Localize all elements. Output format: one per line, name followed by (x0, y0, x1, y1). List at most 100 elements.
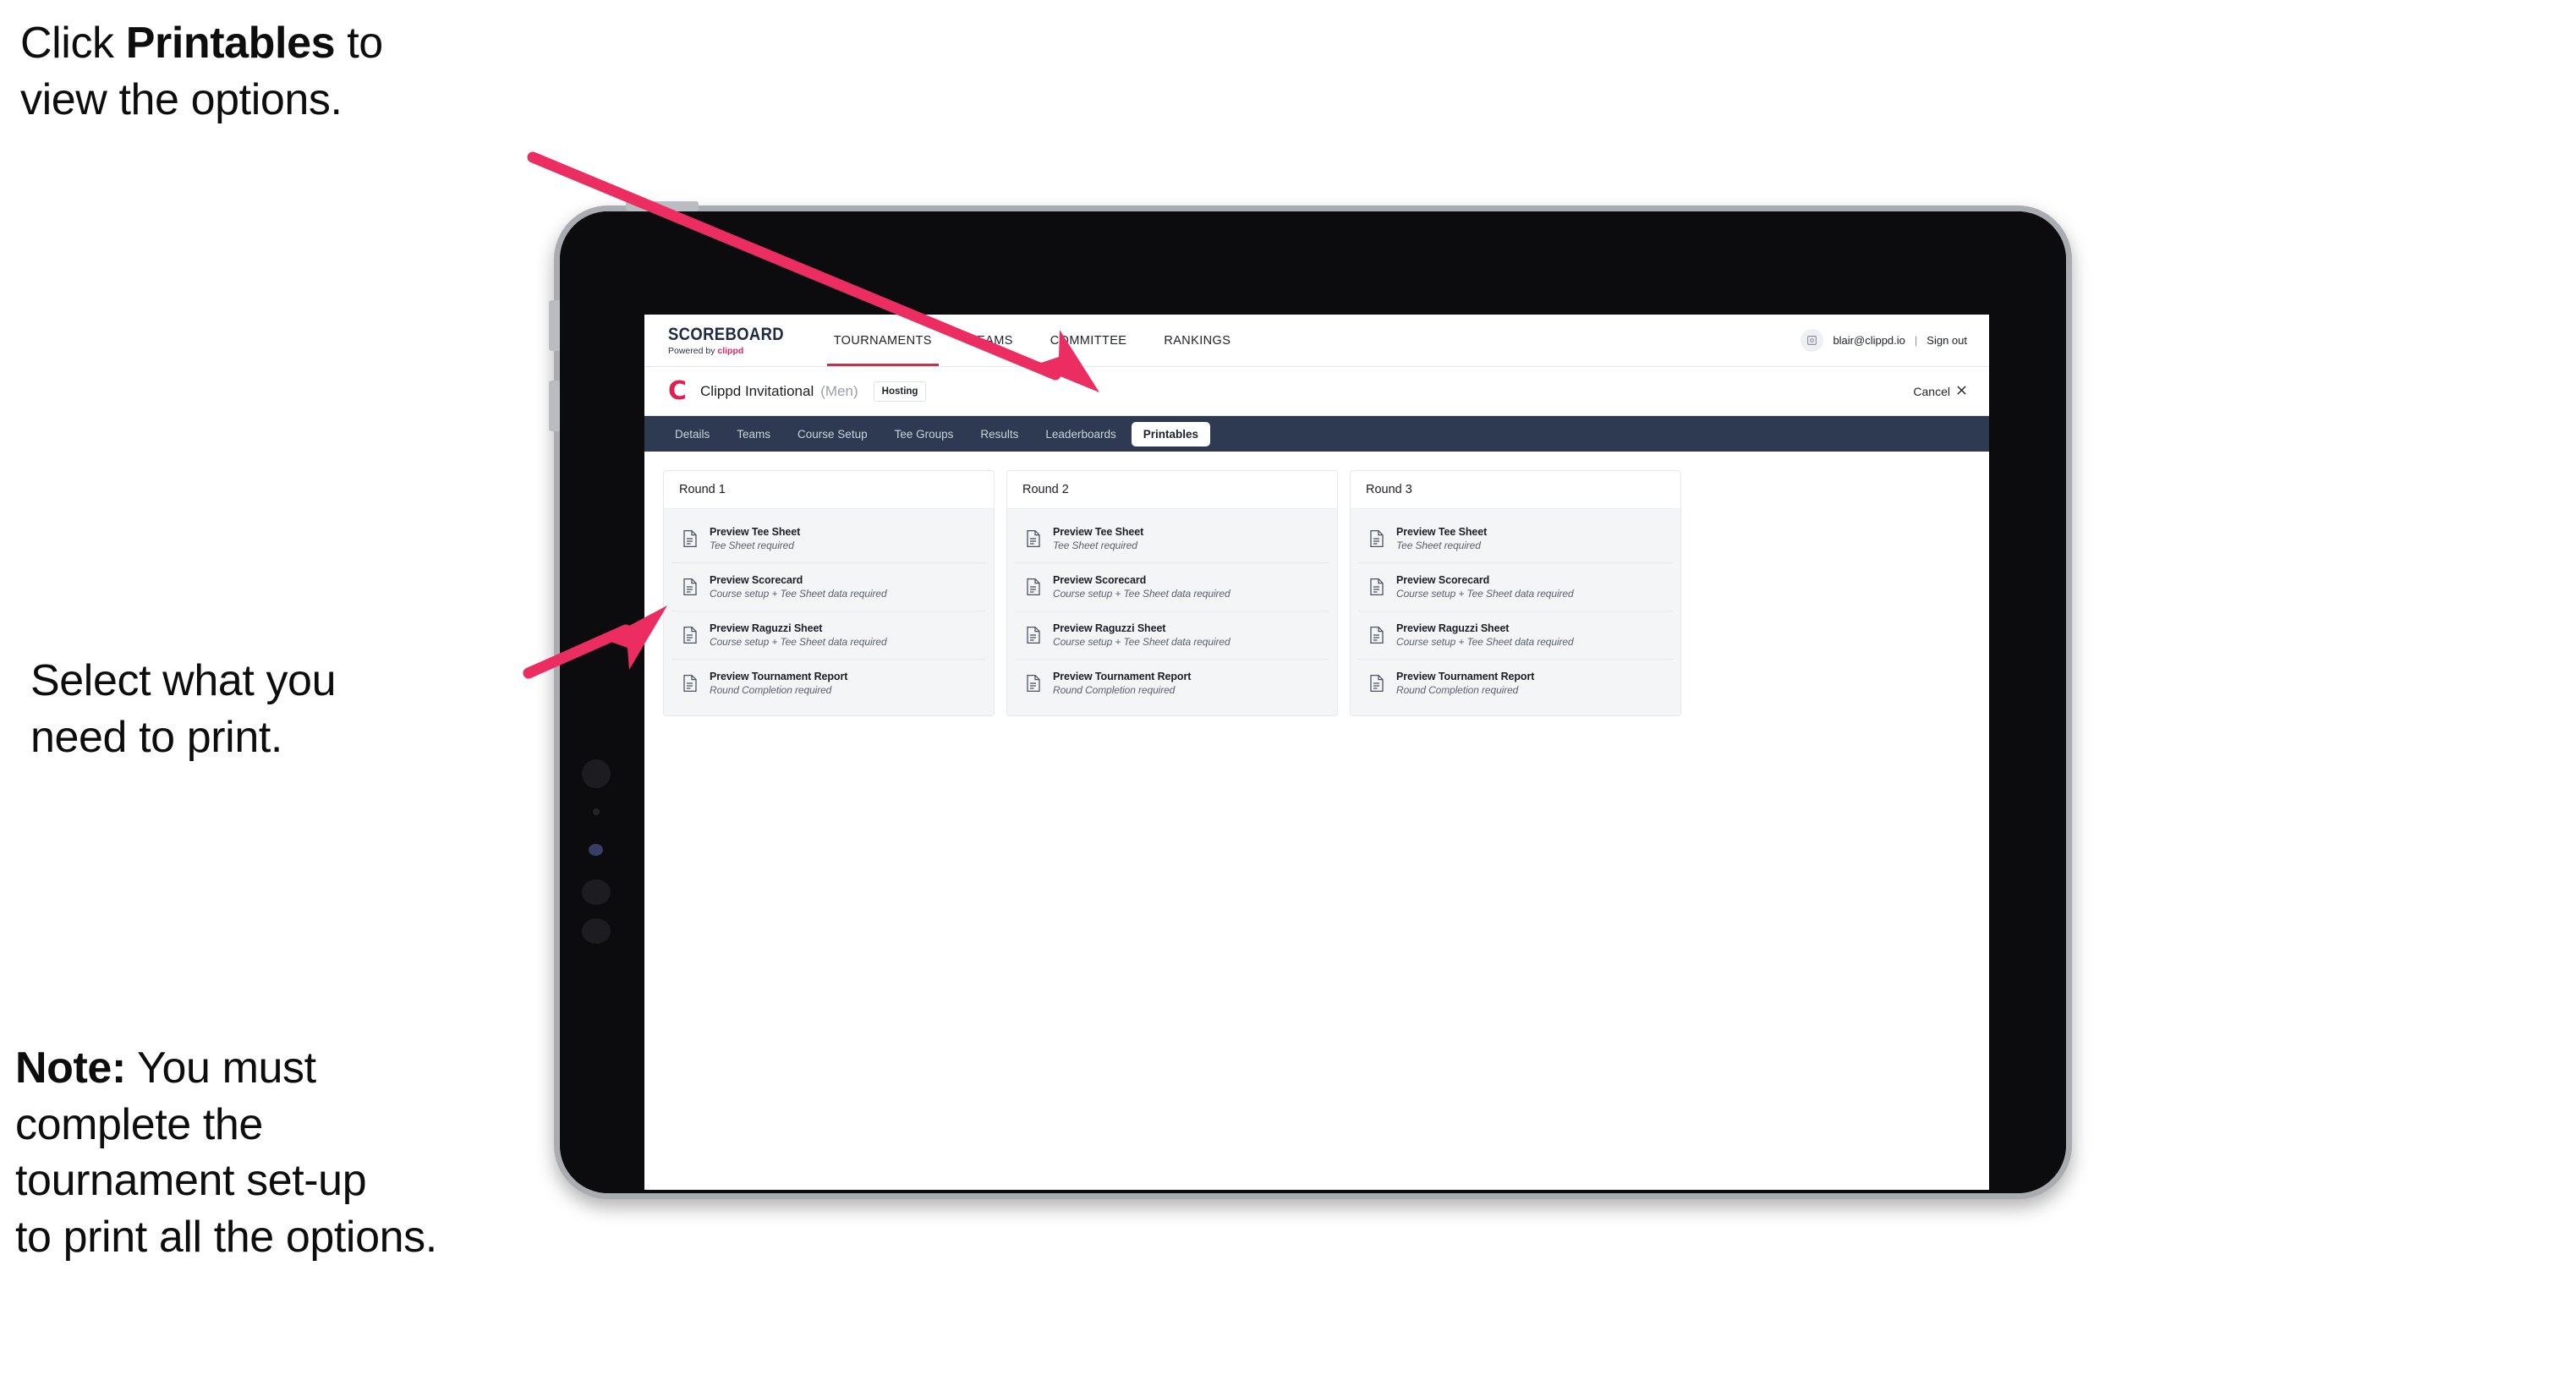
tournament-gender: (Men) (820, 382, 858, 399)
document-icon (682, 578, 699, 596)
annotation-note-bold: Note: (15, 1044, 126, 1093)
printable-item-text: Preview Tournament Report Round Completi… (1053, 671, 1191, 696)
printable-subtitle: Round Completion required (1053, 684, 1176, 696)
tab-teams[interactable]: Teams (725, 422, 782, 446)
document-icon (682, 529, 699, 548)
printable-item-text: Preview Tournament Report Round Completi… (710, 671, 847, 696)
printable-item-text: Preview Tee Sheet Tee Sheet required (710, 526, 800, 551)
document-icon (1368, 674, 1385, 693)
document-icon (682, 626, 699, 644)
round-items-list: Preview Tee Sheet Tee Sheet required Pre… (664, 509, 994, 715)
printable-subtitle: Course setup + Tee Sheet data required (710, 588, 887, 600)
clippd-c-logo-icon: C (668, 375, 688, 406)
tournament-header-bar: C Clippd Invitational (Men) Hosting Canc… (644, 367, 1989, 416)
printable-item-scorecard[interactable]: Preview Scorecard Course setup + Tee She… (1358, 563, 1673, 611)
printable-item-text: Preview Raguzzi Sheet Course setup + Tee… (1396, 622, 1574, 648)
printable-item-raguzzi-sheet[interactable]: Preview Raguzzi Sheet Course setup + Tee… (1015, 611, 1329, 660)
tablet-device-frame: SCOREBOARD Powered by clippd TOURNAMENTS… (549, 201, 2072, 1199)
document-icon (1025, 529, 1042, 548)
printable-item-tournament-report[interactable]: Preview Tournament Report Round Completi… (1015, 660, 1329, 707)
cancel-label: Cancel (1913, 384, 1950, 398)
camera-icon (589, 844, 603, 856)
speaker-hole-icon-3 (582, 918, 611, 944)
tab-results[interactable]: Results (968, 422, 1030, 446)
side-button-lower[interactable] (549, 381, 560, 431)
printable-item-tee-sheet[interactable]: Preview Tee Sheet Tee Sheet required (671, 515, 986, 563)
tab-printables[interactable]: Printables (1131, 421, 1211, 446)
annotation-select-print: Select what you need to print. (30, 656, 337, 762)
printable-subtitle: Tee Sheet required (1053, 540, 1137, 551)
sign-out-link[interactable]: Sign out (1927, 334, 1967, 347)
tab-details[interactable]: Details (663, 422, 721, 446)
close-icon (1956, 385, 1967, 398)
printable-subtitle: Round Completion required (710, 684, 832, 696)
printable-title: Preview Scorecard (1053, 574, 1147, 586)
round-title: Round 3 (1351, 471, 1680, 509)
printable-item-scorecard[interactable]: Preview Scorecard Course setup + Tee She… (1015, 563, 1329, 611)
speaker-hole-icon-2 (582, 879, 611, 905)
section-tab-strip: Details Teams Course Setup Tee Groups Re… (644, 416, 1989, 452)
printable-title: Preview Tournament Report (1396, 671, 1535, 682)
tab-leaderboards[interactable]: Leaderboards (1033, 422, 1127, 446)
printable-title: Preview Raguzzi Sheet (710, 622, 823, 634)
printable-item-raguzzi-sheet[interactable]: Preview Raguzzi Sheet Course setup + Tee… (671, 611, 986, 660)
printable-title: Preview Tournament Report (710, 671, 848, 682)
printable-item-tournament-report[interactable]: Preview Tournament Report Round Completi… (671, 660, 986, 707)
printable-title: Preview Scorecard (1396, 574, 1490, 586)
printable-title: Preview Tournament Report (1053, 671, 1192, 682)
microphone-icon (593, 808, 600, 815)
nav-link-committee[interactable]: COMMITTEE (1032, 315, 1146, 366)
round-column-2: Round 2 Preview Tee Sheet Tee Sheet requ… (1006, 470, 1338, 716)
status-badge: Hosting (873, 381, 927, 402)
printable-subtitle: Round Completion required (1396, 684, 1519, 696)
document-icon (1368, 529, 1385, 548)
printable-item-raguzzi-sheet[interactable]: Preview Raguzzi Sheet Course setup + Tee… (1358, 611, 1673, 660)
printable-item-text: Preview Tournament Report Round Completi… (1396, 671, 1534, 696)
printable-title: Preview Scorecard (710, 574, 803, 586)
round-items-list: Preview Tee Sheet Tee Sheet required Pre… (1007, 509, 1337, 715)
nav-link-tournaments[interactable]: TOURNAMENTS (815, 315, 951, 366)
scoreboard-logo[interactable]: SCOREBOARD Powered by clippd (644, 315, 815, 366)
round-title: Round 1 (664, 471, 994, 509)
printable-title: Preview Raguzzi Sheet (1396, 622, 1510, 634)
printable-subtitle: Course setup + Tee Sheet data required (1396, 636, 1574, 648)
round-column-3: Round 3 Preview Tee Sheet Tee Sheet requ… (1350, 470, 1681, 716)
user-email-label: blair@clippd.io (1833, 334, 1905, 347)
nav-link-rankings[interactable]: RANKINGS (1145, 315, 1249, 366)
avatar[interactable] (1800, 329, 1824, 352)
document-icon (1025, 578, 1042, 596)
side-button-upper[interactable] (549, 300, 560, 351)
printables-content: Round 1 Preview Tee Sheet Tee Sheet requ… (644, 452, 1989, 1190)
printable-item-scorecard[interactable]: Preview Scorecard Course setup + Tee She… (671, 563, 986, 611)
printable-title: Preview Raguzzi Sheet (1053, 622, 1166, 634)
tablet-bezel: SCOREBOARD Powered by clippd TOURNAMENTS… (560, 211, 2066, 1193)
round-items-list: Preview Tee Sheet Tee Sheet required Pre… (1351, 509, 1680, 715)
cancel-button[interactable]: Cancel (1913, 385, 1967, 398)
tab-course-setup[interactable]: Course Setup (786, 422, 880, 446)
printable-item-tee-sheet[interactable]: Preview Tee Sheet Tee Sheet required (1358, 515, 1673, 563)
printable-item-text: Preview Scorecard Course setup + Tee She… (1053, 574, 1230, 600)
printable-title: Preview Tee Sheet (1053, 526, 1144, 538)
screenshot-canvas: Click Printables to view the options. Se… (0, 0, 2576, 1386)
printable-item-tee-sheet[interactable]: Preview Tee Sheet Tee Sheet required (1015, 515, 1329, 563)
printable-subtitle: Course setup + Tee Sheet data required (710, 636, 887, 648)
brand-subtitle: Powered by clippd (668, 346, 800, 356)
printable-subtitle: Tee Sheet required (710, 540, 794, 551)
printable-title: Preview Tee Sheet (1396, 526, 1488, 538)
printable-subtitle: Course setup + Tee Sheet data required (1396, 588, 1574, 600)
volume-button-top[interactable] (626, 201, 699, 211)
printable-item-text: Preview Scorecard Course setup + Tee She… (1396, 574, 1574, 600)
nav-link-teams[interactable]: TEAMS (951, 315, 1032, 366)
printable-item-text: Preview Tee Sheet Tee Sheet required (1396, 526, 1487, 551)
brand-title: SCOREBOARD (668, 325, 785, 344)
printable-title: Preview Tee Sheet (710, 526, 801, 538)
printable-item-text: Preview Raguzzi Sheet Course setup + Tee… (710, 622, 887, 648)
user-account-area: blair@clippd.io | Sign out (1800, 315, 1989, 366)
annotation-click-printables: Click Printables to view the options. (20, 15, 595, 128)
tab-tee-groups[interactable]: Tee Groups (883, 422, 966, 446)
tournament-name: Clippd Invitational (700, 382, 814, 399)
document-icon (1025, 674, 1042, 693)
nav-divider: | (1914, 334, 1918, 347)
printable-item-tournament-report[interactable]: Preview Tournament Report Round Completi… (1358, 660, 1673, 707)
printable-item-text: Preview Tee Sheet Tee Sheet required (1053, 526, 1143, 551)
